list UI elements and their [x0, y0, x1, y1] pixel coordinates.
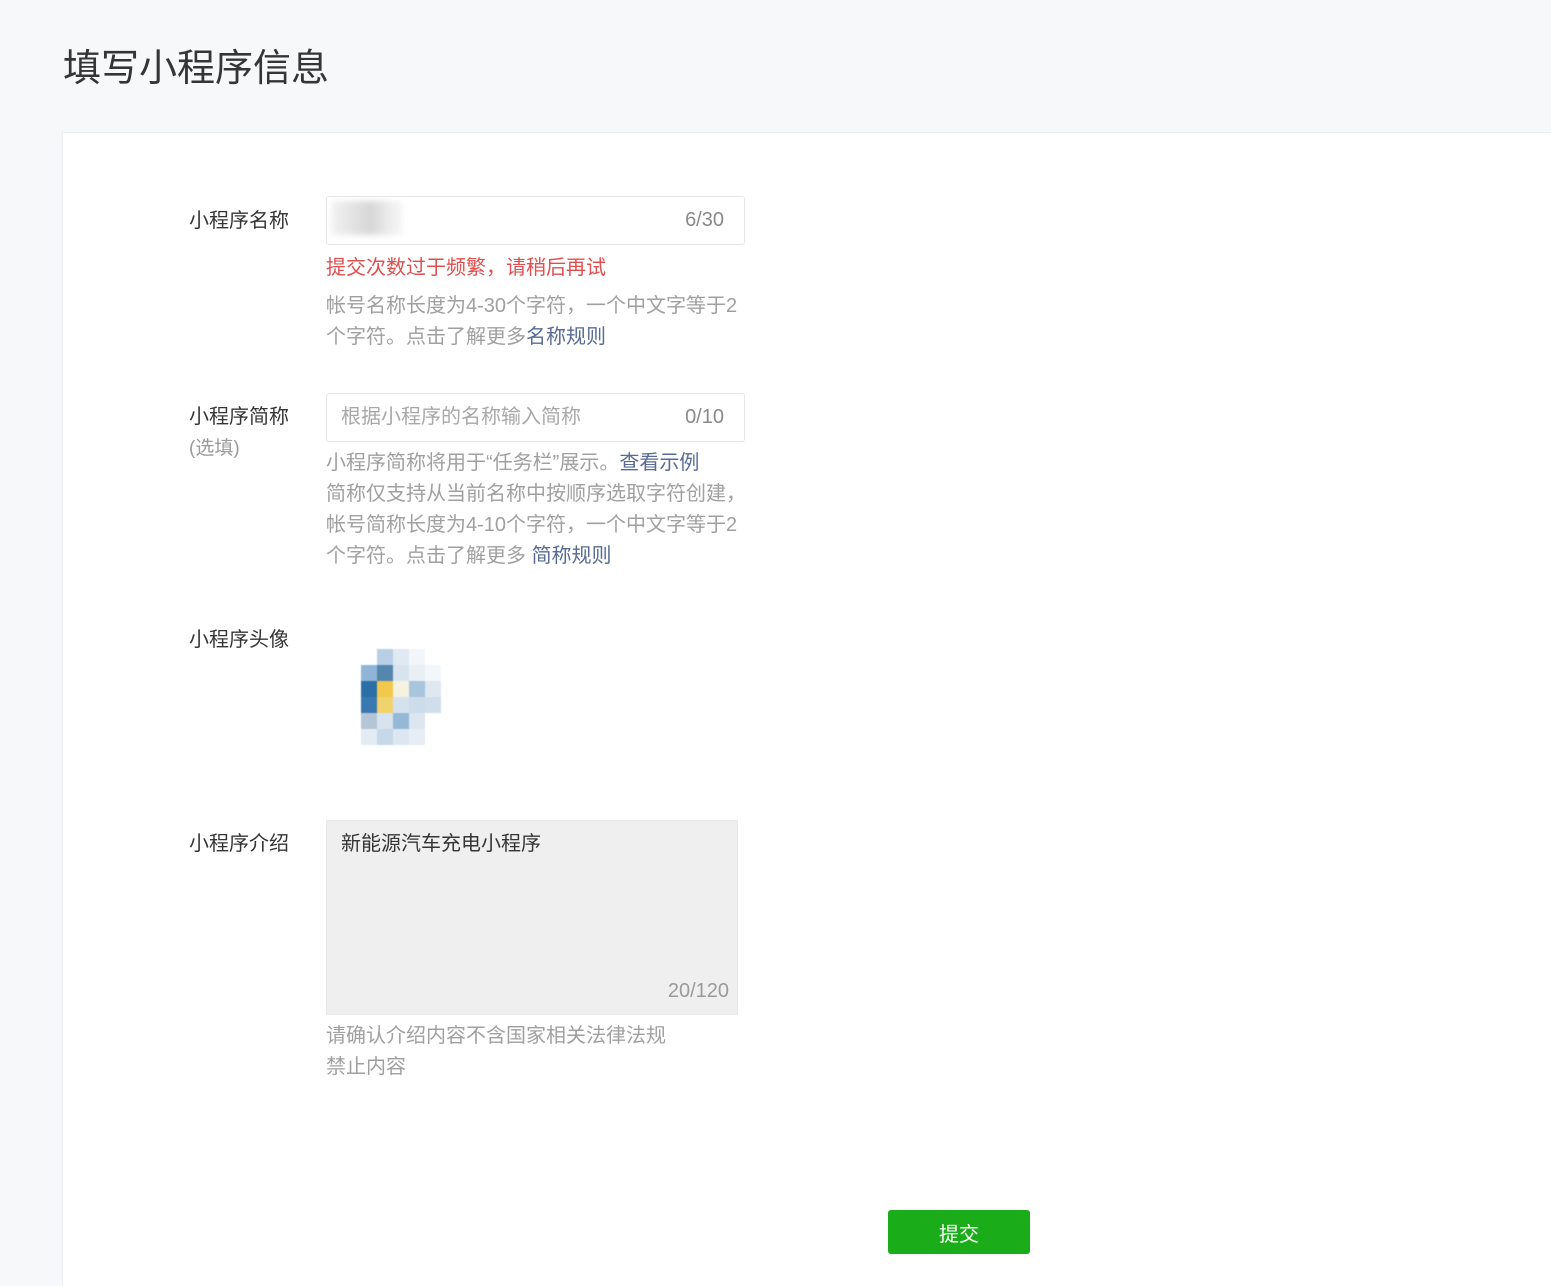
view-example-link[interactable]: 查看示例 — [619, 452, 699, 474]
intro-counter: 20/120 — [667, 980, 729, 1002]
name-value-redacted — [331, 201, 403, 235]
intro-field-group: 新能源汽车充电小程序 20/120 请确认介绍内容不含国家相关法律法规禁止内容 — [326, 820, 738, 1083]
short-name-label: 小程序简称 (选填) — [189, 401, 289, 465]
name-hint: 帐号名称长度为4-30个字符，一个中文字等于2个字符。点击了解更多名称规则 — [326, 291, 746, 353]
short-name-optional: (选填) — [189, 438, 240, 459]
page-title: 填写小程序信息 — [63, 48, 330, 90]
intro-label: 小程序介绍 — [189, 833, 289, 855]
short-name-hint-1: 小程序简称将用于“任务栏”展示。 — [326, 452, 620, 474]
name-label: 小程序名称 — [189, 210, 289, 232]
intro-hint: 请确认介绍内容不含国家相关法律法规禁止内容 — [326, 1025, 666, 1078]
name-input-box[interactable]: 6/30 — [326, 196, 745, 245]
intro-textarea-box[interactable]: 新能源汽车充电小程序 20/120 — [326, 820, 738, 1015]
short-name-rules-link[interactable]: 简称规则 — [532, 545, 612, 567]
short-name-counter: 0/10 — [685, 406, 724, 428]
short-name-field-group: 0/10 小程序简称将用于“任务栏”展示。查看示例简称仅支持从当前名称中按顺序选… — [326, 393, 746, 572]
intro-textarea[interactable]: 新能源汽车充电小程序 — [327, 821, 735, 981]
avatar-image[interactable] — [361, 649, 441, 749]
name-error-message: 提交次数过于频繁，请稍后再试 — [326, 257, 606, 279]
form-card: 小程序名称 6/30 提交次数过于频繁，请稍后再试 帐号名称长度为4-30个字符… — [62, 132, 1551, 1286]
name-rules-link[interactable]: 名称规则 — [526, 326, 606, 348]
avatar-label: 小程序头像 — [189, 629, 289, 651]
short-name-input-box[interactable]: 0/10 — [326, 393, 745, 442]
short-name-input[interactable] — [327, 394, 675, 441]
submit-button[interactable]: 提交 — [888, 1210, 1030, 1254]
name-field-group: 6/30 提交次数过于频繁，请稍后再试 帐号名称长度为4-30个字符，一个中文字… — [326, 196, 746, 353]
short-name-label-text: 小程序简称 — [189, 406, 289, 428]
name-counter: 6/30 — [685, 209, 724, 231]
short-name-hint: 小程序简称将用于“任务栏”展示。查看示例 简称仅支持从当前名称中按顺序选取字符创建… — [326, 448, 746, 572]
